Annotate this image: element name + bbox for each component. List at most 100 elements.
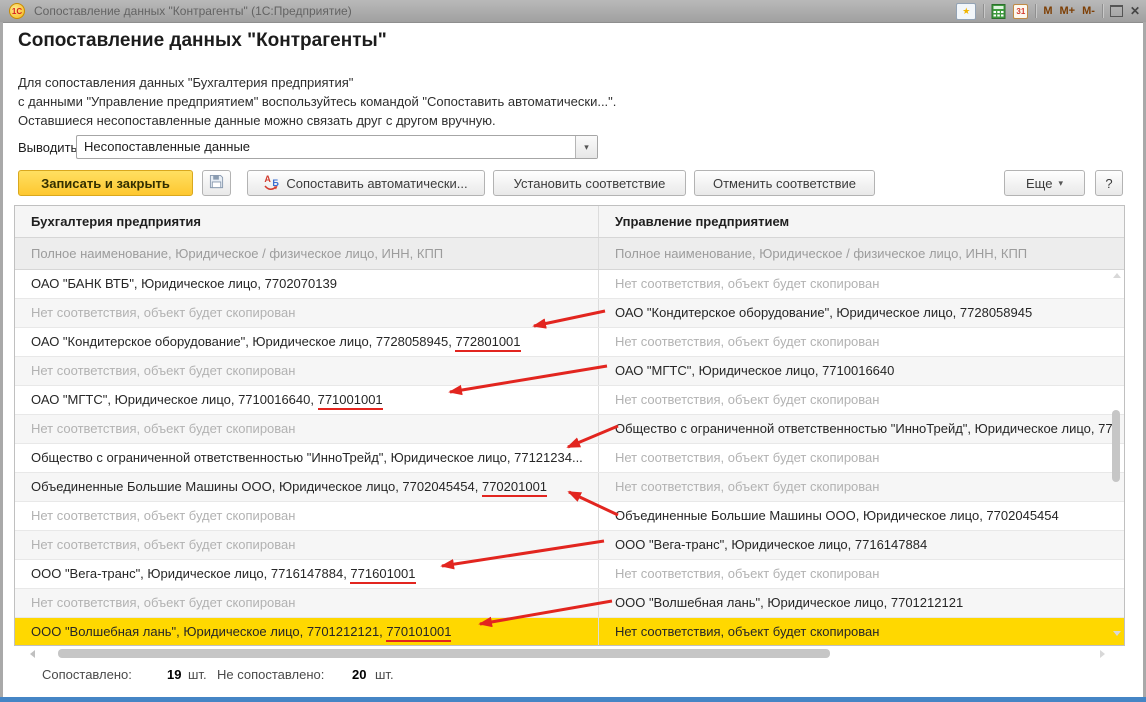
help-button[interactable]: ? bbox=[1095, 170, 1123, 196]
kpp-underlined: 771001001 bbox=[317, 392, 383, 410]
display-mode-label: Выводить: bbox=[18, 140, 81, 155]
memory-button[interactable]: M bbox=[1043, 5, 1052, 17]
set-match-button[interactable]: Установить соответствие bbox=[493, 170, 686, 196]
unmatched-value: 20 bbox=[352, 667, 367, 682]
calendar-icon[interactable]: 31 bbox=[1013, 3, 1029, 19]
save-and-close-button[interactable]: Записать и закрыть bbox=[18, 170, 193, 196]
close-button[interactable]: ✕ bbox=[1130, 4, 1140, 18]
table-row[interactable]: Нет соответствия, объект будет скопирова… bbox=[15, 415, 1124, 444]
table-cell-right[interactable]: ООО "Волшебная лань", Юридическое лицо, … bbox=[598, 589, 1124, 617]
subheader-right: Полное наименование, Юридическое / физич… bbox=[598, 238, 1124, 269]
table-cell-right[interactable]: Нет соответствия, объект будет скопирова… bbox=[598, 444, 1124, 472]
match-auto-icon: АБ bbox=[264, 174, 279, 190]
table-cell-left[interactable]: Нет соответствия, объект будет скопирова… bbox=[15, 531, 598, 559]
description-line: Оставшиеся несопоставленные данные можно… bbox=[18, 113, 496, 128]
unmatched-label: Не сопоставлено: bbox=[217, 667, 325, 682]
table-cell-right[interactable]: Общество с ограниченной ответственностью… bbox=[598, 415, 1124, 443]
display-mode-dropdown-button[interactable]: ▾ bbox=[575, 136, 597, 158]
table-row[interactable]: Нет соответствия, объект будет скопирова… bbox=[15, 357, 1124, 386]
scroll-up-icon[interactable] bbox=[1113, 273, 1121, 278]
description-line: Для сопоставления данных "Бухгалтерия пр… bbox=[18, 75, 354, 90]
column-header-management[interactable]: Управление предприятием bbox=[598, 206, 1124, 237]
display-mode-value: Несопоставленные данные bbox=[84, 139, 251, 154]
scroll-down-icon[interactable] bbox=[1113, 631, 1121, 636]
page-description: Для сопоставления данных "Бухгалтерия пр… bbox=[18, 73, 616, 130]
matching-table: Бухгалтерия предприятия Управление предп… bbox=[14, 205, 1125, 646]
maximize-button[interactable] bbox=[1109, 5, 1123, 17]
titlebar-separator bbox=[983, 4, 985, 18]
window-border-left bbox=[0, 22, 3, 697]
column-header-accounting[interactable]: Бухгалтерия предприятия bbox=[15, 206, 598, 237]
save-and-close-label: Записать и закрыть bbox=[41, 175, 170, 191]
save-icon-button[interactable] bbox=[202, 170, 231, 196]
table-row[interactable]: ОАО "Кондитерское оборудование", Юридиче… bbox=[15, 328, 1124, 357]
titlebar-separator bbox=[1035, 4, 1037, 18]
vertical-scrollbar-thumb[interactable] bbox=[1112, 410, 1120, 482]
table-row[interactable]: Общество с ограниченной ответственностью… bbox=[15, 444, 1124, 473]
table-row[interactable]: ООО "Вега-транс", Юридическое лицо, 7716… bbox=[15, 560, 1124, 589]
horizontal-scrollbar-thumb[interactable] bbox=[58, 649, 830, 658]
kpp-underlined: 771601001 bbox=[350, 566, 416, 584]
window-titlebar: 1С Сопоставление данных "Контрагенты" (1… bbox=[0, 0, 1146, 23]
more-label: Еще bbox=[1026, 175, 1053, 191]
description-line: с данными "Управление предприятием" восп… bbox=[18, 94, 617, 109]
unmatched-unit: шт. bbox=[375, 667, 394, 682]
table-cell-right[interactable]: Нет соответствия, объект будет скопирова… bbox=[598, 270, 1124, 298]
table-row[interactable]: Объединенные Большие Машины ООО, Юридиче… bbox=[15, 473, 1124, 502]
table-cell-right[interactable]: Нет соответствия, объект будет скопирова… bbox=[598, 386, 1124, 414]
table-cell-left[interactable]: ОАО "БАНК ВТБ", Юридическое лицо, 770207… bbox=[15, 270, 598, 298]
more-button[interactable]: Еще ▾ bbox=[1004, 170, 1085, 196]
kpp-underlined: 770201001 bbox=[481, 479, 548, 497]
matched-unit: шт. bbox=[188, 667, 207, 682]
help-label: ? bbox=[1105, 175, 1113, 191]
titlebar-separator bbox=[1101, 4, 1103, 18]
table-cell-left[interactable]: Нет соответствия, объект будет скопирова… bbox=[15, 357, 598, 385]
table-cell-left[interactable]: Нет соответствия, объект будет скопирова… bbox=[15, 589, 598, 617]
table-cell-right[interactable]: Объединенные Большие Машины ООО, Юридиче… bbox=[598, 502, 1124, 530]
table-cell-left[interactable]: ОАО "МГТС", Юридическое лицо, 7710016640… bbox=[15, 386, 598, 414]
subheader-left: Полное наименование, Юридическое / физич… bbox=[31, 246, 444, 261]
table-cell-left[interactable]: ООО "Вега-транс", Юридическое лицо, 7716… bbox=[15, 560, 598, 588]
table-row[interactable]: Нет соответствия, объект будет скопирова… bbox=[15, 589, 1124, 618]
memory-plus-button[interactable]: M+ bbox=[1060, 5, 1076, 17]
scroll-right-icon[interactable] bbox=[1100, 650, 1105, 658]
table-subheader-row: Полное наименование, Юридическое / физич… bbox=[15, 238, 1124, 270]
table-row[interactable]: Нет соответствия, объект будет скопирова… bbox=[15, 502, 1124, 531]
table-row[interactable]: Нет соответствия, объект будет скопирова… bbox=[15, 299, 1124, 328]
table-cell-right[interactable]: Нет соответствия, объект будет скопирова… bbox=[598, 328, 1124, 356]
1c-logo-icon: 1С bbox=[9, 3, 25, 19]
window-border-bottom bbox=[0, 697, 1146, 702]
display-mode-select[interactable]: Несопоставленные данные ▾ bbox=[76, 135, 598, 159]
table-row[interactable]: Нет соответствия, объект будет скопирова… bbox=[15, 531, 1124, 560]
table-cell-left[interactable]: Нет соответствия, объект будет скопирова… bbox=[15, 502, 598, 530]
calculator-icon[interactable] bbox=[991, 3, 1006, 19]
table-cell-left[interactable]: Нет соответствия, объект будет скопирова… bbox=[15, 415, 598, 443]
kpp-underlined: 770101001 bbox=[386, 624, 452, 642]
table-cell-left[interactable]: Объединенные Большие Машины ООО, Юридиче… bbox=[15, 473, 598, 501]
table-cell-left[interactable]: ОАО "Кондитерское оборудование", Юридиче… bbox=[15, 328, 598, 356]
set-match-label: Установить соответствие bbox=[513, 175, 666, 191]
table-cell-right[interactable]: Нет соответствия, объект будет скопирова… bbox=[598, 618, 1124, 645]
table-cell-right[interactable]: Нет соответствия, объект будет скопирова… bbox=[598, 473, 1124, 501]
chevron-down-icon: ▾ bbox=[584, 141, 589, 152]
memory-minus-button[interactable]: M- bbox=[1082, 5, 1095, 17]
window-title: Сопоставление данных "Контрагенты" (1С:П… bbox=[34, 4, 352, 18]
unset-match-button[interactable]: Отменить соответствие bbox=[694, 170, 875, 196]
table-row[interactable]: ОАО "МГТС", Юридическое лицо, 7710016640… bbox=[15, 386, 1124, 415]
favorites-icon[interactable]: ★ bbox=[956, 2, 977, 20]
table-cell-left[interactable]: Общество с ограниченной ответственностью… bbox=[15, 444, 598, 472]
table-cell-right[interactable]: ОАО "Кондитерское оборудование", Юридиче… bbox=[598, 299, 1124, 327]
table-cell-right[interactable]: ОАО "МГТС", Юридическое лицо, 7710016640 bbox=[598, 357, 1124, 385]
match-automatically-button[interactable]: АБ Сопоставить автоматически... bbox=[247, 170, 485, 196]
page-title: Сопоставление данных "Контрагенты" bbox=[18, 30, 387, 51]
app-window: 1С Сопоставление данных "Контрагенты" (1… bbox=[0, 0, 1146, 702]
table-cell-left[interactable]: ООО "Волшебная лань", Юридическое лицо, … bbox=[15, 618, 598, 645]
table-row[interactable]: ОАО "БАНК ВТБ", Юридическое лицо, 770207… bbox=[15, 270, 1124, 299]
table-cell-right[interactable]: Нет соответствия, объект будет скопирова… bbox=[598, 560, 1124, 588]
table-cell-left[interactable]: Нет соответствия, объект будет скопирова… bbox=[15, 299, 598, 327]
table-cell-right[interactable]: ООО "Вега-транс", Юридическое лицо, 7716… bbox=[598, 531, 1124, 559]
scroll-left-icon[interactable] bbox=[30, 650, 35, 658]
maximize-icon bbox=[1109, 5, 1123, 17]
table-row-selected[interactable]: ООО "Волшебная лань", Юридическое лицо, … bbox=[15, 618, 1124, 645]
chevron-down-icon: ▾ bbox=[1058, 177, 1063, 188]
